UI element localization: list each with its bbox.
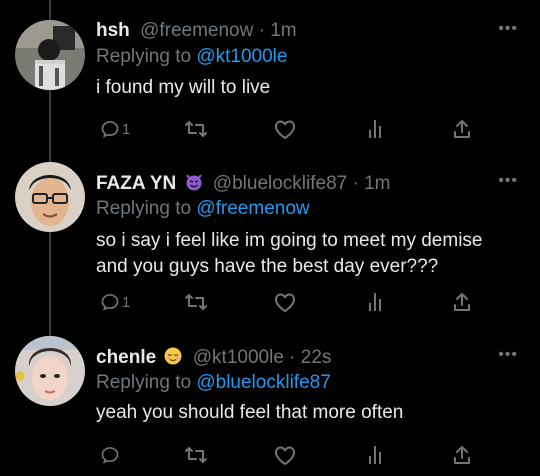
timestamp[interactable]: 1m — [270, 20, 296, 41]
replying-to-label: Replying to — [96, 46, 197, 67]
share-button[interactable] — [452, 442, 472, 468]
user-handle[interactable]: @kt1000le — [193, 347, 284, 368]
more-options-icon[interactable]: ••• — [498, 346, 518, 364]
user-handle[interactable]: @freemenow — [140, 20, 253, 41]
retweet-icon — [185, 294, 207, 310]
reply-icon — [101, 294, 119, 311]
replying-to: Replying to @kt1000le — [96, 46, 287, 68]
tweet-text: i found my will to live — [96, 77, 271, 98]
display-name[interactable]: hsh — [96, 20, 130, 41]
views-icon — [369, 446, 381, 464]
share-icon — [454, 120, 470, 138]
tweet-hsh[interactable]: hsh @freemenow · 1m ••• Replying to @kt1… — [0, 20, 540, 150]
tweet-text: so i say i feel like im going to meet my… — [96, 228, 526, 280]
relieved-face-icon — [163, 346, 183, 372]
display-name[interactable]: FAZA YN — [96, 173, 176, 194]
retweet-icon — [185, 447, 207, 463]
tweet-header: FAZA YN @bluelocklife87 · 1m — [96, 172, 391, 198]
share-icon — [454, 446, 470, 464]
thread-line-top — [49, 0, 51, 20]
like-button[interactable] — [273, 289, 297, 315]
tweet-text-line-2: and you guys have the best day ever??? — [96, 256, 439, 277]
replying-to-label: Replying to — [96, 198, 197, 219]
like-button[interactable] — [273, 116, 297, 142]
share-button[interactable] — [452, 116, 472, 142]
tweet-faza-yn[interactable]: FAZA YN @bluelocklife87 · 1m ••• Replyin… — [0, 162, 540, 322]
retweet-button[interactable] — [184, 289, 208, 315]
reply-count: 1 — [122, 293, 131, 311]
views-button[interactable] — [366, 289, 386, 315]
avatar-chenle[interactable] — [15, 336, 85, 406]
tweet-header: hsh @freemenow · 1m — [96, 20, 297, 42]
replying-to: Replying to @freemenow — [96, 198, 310, 220]
reply-count: 1 — [122, 120, 131, 138]
tweet-chenle[interactable]: chenle @kt1000le · 22s ••• Replying to @… — [0, 336, 540, 476]
share-icon — [454, 293, 470, 311]
tweet-header: chenle @kt1000le · 22s — [96, 346, 331, 372]
avatar-faza-yn[interactable] — [15, 162, 85, 232]
mention-link[interactable]: @freemenow — [196, 198, 309, 219]
action-bar: 1 — [96, 116, 496, 142]
more-options-icon[interactable]: ••• — [498, 20, 518, 38]
views-icon — [369, 293, 381, 311]
display-name[interactable]: chenle — [96, 347, 156, 368]
timestamp[interactable]: 22s — [301, 347, 332, 368]
heart-icon — [275, 293, 295, 312]
tweet-text-line-1: so i say i feel like im going to meet my… — [96, 230, 483, 251]
retweet-button[interactable] — [184, 442, 208, 468]
replying-to: Replying to @bluelocklife87 — [96, 372, 331, 394]
user-handle[interactable]: @bluelocklife87 — [213, 173, 347, 194]
heart-icon — [275, 446, 295, 465]
avatar-hsh[interactable] — [15, 20, 85, 90]
mention-link[interactable]: @bluelocklife87 — [196, 372, 330, 393]
views-icon — [369, 120, 381, 138]
reply-icon — [101, 121, 119, 138]
action-bar: 1 — [96, 289, 496, 315]
reply-button[interactable] — [100, 442, 122, 468]
replying-to-label: Replying to — [96, 372, 197, 393]
reply-icon — [101, 447, 119, 464]
separator-dot: · — [352, 173, 359, 194]
share-button[interactable] — [452, 289, 472, 315]
mention-link[interactable]: @kt1000le — [196, 46, 287, 67]
action-bar — [96, 442, 496, 468]
views-button[interactable] — [366, 116, 386, 142]
separator-dot: · — [258, 20, 265, 41]
tweet-text: yeah you should feel that more often — [96, 402, 404, 423]
reply-button[interactable]: 1 — [100, 289, 130, 315]
timestamp[interactable]: 1m — [364, 173, 390, 194]
heart-icon — [275, 120, 295, 139]
like-button[interactable] — [273, 442, 297, 468]
smiling-imp-icon — [184, 172, 204, 198]
more-options-icon[interactable]: ••• — [498, 172, 518, 190]
separator-dot: · — [289, 347, 296, 368]
views-button[interactable] — [366, 442, 386, 468]
retweet-button[interactable] — [184, 116, 208, 142]
reply-button[interactable]: 1 — [100, 116, 130, 142]
retweet-icon — [185, 121, 207, 137]
